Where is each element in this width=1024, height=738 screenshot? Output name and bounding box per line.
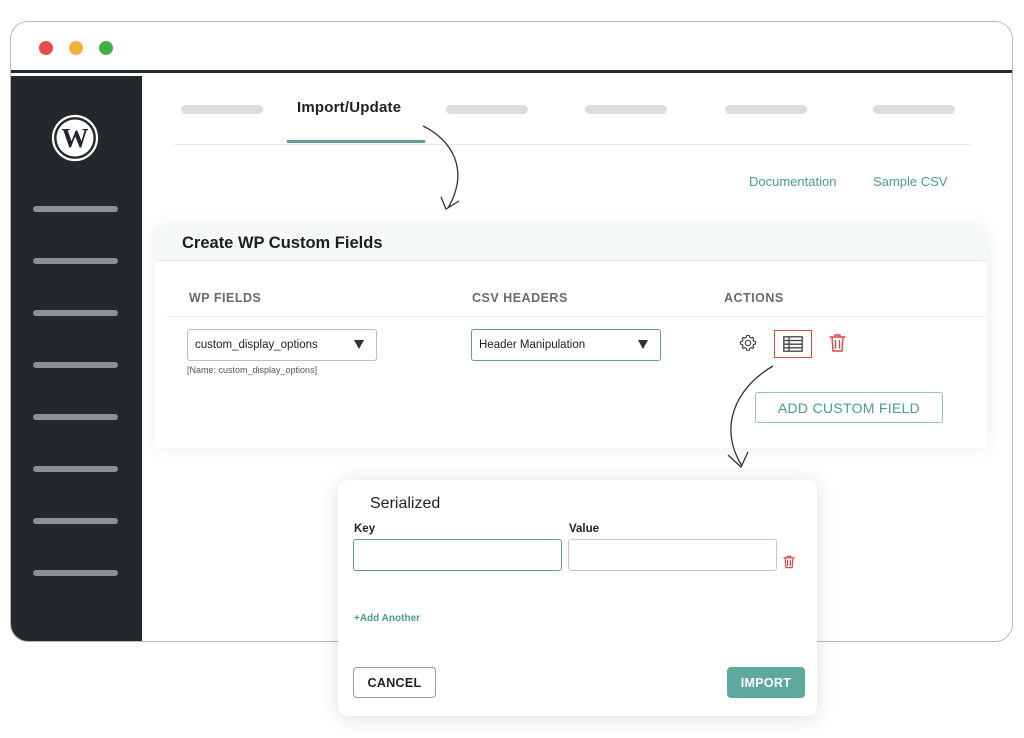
table-icon[interactable] xyxy=(774,330,812,358)
header-divider xyxy=(167,316,987,317)
sidebar-item[interactable] xyxy=(33,206,118,212)
sidebar-item[interactable] xyxy=(33,258,118,264)
sidebar-item[interactable] xyxy=(33,518,118,524)
dropdown-caret-icon xyxy=(354,340,364,349)
custom-fields-card: Create WP Custom Fields WP FIELDS CSV HE… xyxy=(155,228,987,448)
card-title: Create WP Custom Fields xyxy=(182,234,383,252)
import-button[interactable]: IMPORT xyxy=(727,667,805,698)
close-window-button[interactable] xyxy=(39,41,53,55)
sidebar-item[interactable] xyxy=(33,362,118,368)
tab-placeholder[interactable] xyxy=(585,105,667,114)
tab-placeholder[interactable] xyxy=(725,105,807,114)
trash-icon[interactable] xyxy=(782,555,796,569)
documentation-link[interactable]: Documentation xyxy=(749,174,836,189)
wp-fields-column-header: WP FIELDS xyxy=(189,291,262,305)
tab-placeholder[interactable] xyxy=(873,105,955,114)
gear-icon[interactable] xyxy=(737,332,759,354)
key-input[interactable] xyxy=(353,539,562,571)
key-label: Key xyxy=(354,523,376,535)
wp-field-select[interactable]: custom_display_options xyxy=(187,329,377,361)
active-tab-indicator xyxy=(287,140,425,143)
value-input[interactable] xyxy=(568,539,777,571)
csv-headers-column-header: CSV HEADERS xyxy=(472,291,568,305)
sidebar-item[interactable] xyxy=(33,570,118,576)
dropdown-caret-icon xyxy=(638,340,648,349)
sidebar-item[interactable] xyxy=(33,414,118,420)
sidebar-item[interactable] xyxy=(33,466,118,472)
value-label: Value xyxy=(569,523,600,535)
sample-csv-link[interactable]: Sample CSV xyxy=(873,174,947,189)
add-custom-field-button[interactable]: ADD CUSTOM FIELD xyxy=(755,392,943,423)
trash-icon[interactable] xyxy=(826,331,848,355)
wp-field-select-value: custom_display_options xyxy=(195,339,318,351)
sidebar-item[interactable] xyxy=(33,310,118,316)
tabs-divider xyxy=(175,144,970,145)
cancel-button[interactable]: CANCEL xyxy=(353,667,436,698)
serialized-modal: Serialized Key Value +Add Another CANCEL… xyxy=(338,480,817,716)
csv-header-select[interactable]: Header Manipulation xyxy=(471,329,661,361)
card-header: Create WP Custom Fields xyxy=(155,228,987,261)
csv-header-select-value: Header Manipulation xyxy=(479,339,586,351)
wordpress-logo-icon[interactable]: W xyxy=(51,114,99,162)
modal-title: Serialized xyxy=(370,495,441,512)
svg-text:W: W xyxy=(62,123,89,153)
add-another-link[interactable]: +Add Another xyxy=(354,613,420,624)
minimize-window-button[interactable] xyxy=(69,41,83,55)
title-bar xyxy=(11,22,1012,73)
maximize-window-button[interactable] xyxy=(99,41,113,55)
wp-field-name-hint: [Name: custom_display_options] xyxy=(187,365,318,375)
tab-placeholder[interactable] xyxy=(181,105,263,114)
tab-import-update[interactable]: Import/Update xyxy=(297,99,401,116)
tab-placeholder[interactable] xyxy=(446,105,528,114)
actions-column-header: ACTIONS xyxy=(724,291,784,305)
sidebar: W xyxy=(11,76,142,641)
